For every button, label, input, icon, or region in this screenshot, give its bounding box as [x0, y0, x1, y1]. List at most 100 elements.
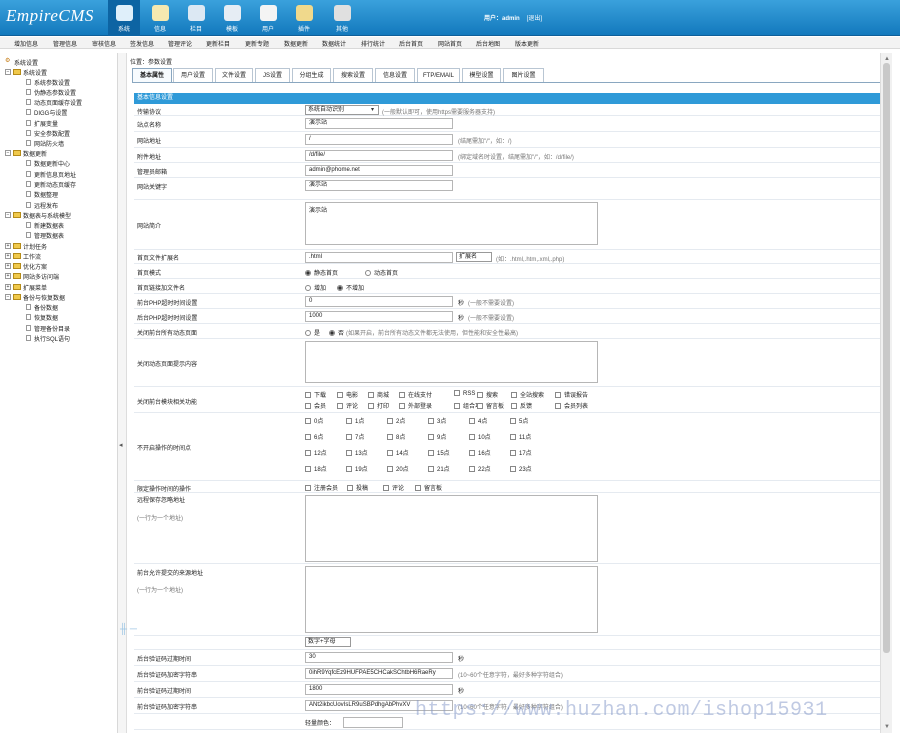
mainnav-tools[interactable]: 插件: [288, 0, 320, 36]
sidebar-group[interactable]: 系统设置: [23, 68, 47, 77]
module-checkbox[interactable]: 全站搜索: [511, 390, 544, 399]
hour-checkbox[interactable]: 7点: [346, 432, 364, 441]
module-checkbox[interactable]: 外部登录: [399, 401, 432, 410]
tab-9[interactable]: 图片设置: [503, 68, 544, 83]
hour-checkbox[interactable]: 16点: [469, 448, 491, 457]
file-url-input[interactable]: /d/file/: [305, 150, 453, 161]
subnav-link[interactable]: 更新专题: [245, 39, 269, 48]
hour-checkbox[interactable]: 17点: [510, 448, 532, 457]
mainnav-user[interactable]: 用户: [252, 0, 284, 36]
module-checkbox[interactable]: 留言板: [477, 401, 504, 410]
vertical-scrollbar[interactable]: ▲ ▼: [880, 53, 892, 733]
tab-6[interactable]: 信息设置: [375, 68, 415, 83]
front-code-expire-input[interactable]: 1800: [305, 684, 453, 695]
scroll-thumb[interactable]: [883, 63, 890, 653]
sidebar-item[interactable]: 数据整理: [34, 190, 58, 199]
sidebar-group[interactable]: 工作流: [23, 252, 41, 261]
hour-checkbox[interactable]: 15点: [428, 448, 450, 457]
hour-checkbox[interactable]: 1点: [346, 416, 364, 425]
scroll-down-icon[interactable]: ▼: [884, 724, 890, 730]
sidebar-item[interactable]: 执行SQL语句: [34, 334, 70, 343]
site-url-input[interactable]: /: [305, 134, 453, 145]
tab-3[interactable]: JS设置: [255, 68, 290, 83]
subnav-link[interactable]: 审核信息: [92, 39, 116, 48]
mainnav-globe[interactable]: 系统: [108, 0, 140, 36]
sidebar-item[interactable]: 备份数据: [34, 303, 58, 312]
back-code-expire-input[interactable]: 30: [305, 652, 453, 663]
tab-1[interactable]: 用户设置: [173, 68, 213, 83]
protocol-select[interactable]: 系统自动识别: [305, 105, 379, 115]
sidebar-item[interactable]: 伪静态参数设置: [34, 88, 76, 97]
limit-op-checkbox[interactable]: 投稿: [347, 483, 368, 492]
expand-toggle-icon[interactable]: −: [5, 294, 11, 300]
back-code-key-input[interactable]: 0ihR9YqfcEz9HUFPAE5CHCakSChtbH6RaeRy: [305, 668, 453, 679]
sidebar-item[interactable]: 远程发布: [34, 201, 58, 210]
sidebar-group[interactable]: 扩展菜单: [23, 283, 47, 292]
keywords-input[interactable]: 演示站: [305, 180, 453, 191]
sidebar-group[interactable]: 备份与恢复数据: [23, 293, 65, 302]
limit-op-checkbox[interactable]: 留言板: [415, 483, 442, 492]
sidebar-item[interactable]: 管理备份目录: [34, 324, 70, 333]
back-timeout-input[interactable]: 1000: [305, 311, 453, 322]
sidebar-item[interactable]: 恢复数据: [34, 313, 58, 322]
sidebar-group[interactable]: 网站多访问端: [23, 272, 59, 281]
module-checkbox[interactable]: 打印: [368, 401, 389, 410]
subnav-link[interactable]: 排行统计: [361, 39, 385, 48]
subnav-link[interactable]: 数据更新: [284, 39, 308, 48]
subnav-link[interactable]: 增加信息: [14, 39, 38, 48]
expand-toggle-icon[interactable]: +: [5, 263, 11, 269]
sidebar-item[interactable]: 管理数据表: [34, 231, 64, 240]
subnav-link[interactable]: 后台地图: [476, 39, 500, 48]
sidebar-item[interactable]: DIGG与设置: [34, 108, 67, 117]
logout-link[interactable]: [退出]: [527, 16, 542, 22]
close-tip-textarea[interactable]: [305, 341, 598, 383]
static-index-radio[interactable]: 静态首页: [305, 268, 338, 277]
hour-checkbox[interactable]: 21点: [428, 464, 450, 473]
dynamic-index-radio[interactable]: 动态首页: [365, 268, 398, 277]
tab-0[interactable]: 基本属性: [132, 68, 172, 83]
module-checkbox[interactable]: 会员列表: [555, 401, 588, 410]
allow-src-textarea[interactable]: [305, 566, 598, 633]
module-checkbox[interactable]: 反馈: [511, 401, 532, 410]
expand-toggle-icon[interactable]: +: [5, 253, 11, 259]
subnav-link[interactable]: 后台首页: [399, 39, 423, 48]
tab-2[interactable]: 文件设置: [215, 68, 253, 83]
add-filename-radio[interactable]: 增加: [305, 283, 326, 292]
subnav-link[interactable]: 管理评论: [168, 39, 192, 48]
module-checkbox[interactable]: 电影: [337, 390, 358, 399]
no-filename-radio[interactable]: 不增加: [337, 283, 364, 292]
expand-toggle-icon[interactable]: +: [5, 273, 11, 279]
mainnav-template[interactable]: 模板: [216, 0, 248, 36]
expand-toggle-icon[interactable]: +: [5, 284, 11, 290]
sidebar-item-root[interactable]: 系统设置: [14, 58, 38, 67]
tab-4[interactable]: 分组生成: [292, 68, 331, 83]
scroll-up-icon[interactable]: ▲: [884, 56, 890, 62]
close-no-radio[interactable]: 否: [329, 328, 344, 337]
sidebar-item[interactable]: 新建数据表: [34, 221, 64, 230]
admin-email-input[interactable]: admin@phome.net: [305, 165, 453, 176]
tab-8[interactable]: 模型设置: [462, 68, 501, 83]
close-yes-radio[interactable]: 是: [305, 328, 320, 337]
index-ext-input[interactable]: .html: [305, 252, 453, 263]
hour-checkbox[interactable]: 10点: [469, 432, 491, 441]
sidebar-group[interactable]: 计划任务: [23, 242, 47, 251]
site-name-input[interactable]: 演示站: [305, 118, 453, 129]
tab-5[interactable]: 搜索设置: [333, 68, 373, 83]
module-checkbox[interactable]: 会员: [305, 401, 326, 410]
collapse-arrow-icon[interactable]: ◂: [119, 441, 123, 449]
sidebar-item[interactable]: 系统参数设置: [34, 78, 70, 87]
limit-op-checkbox[interactable]: 注册会员: [305, 483, 338, 492]
sidebar-item[interactable]: 网站防火墙: [34, 139, 64, 148]
hour-checkbox[interactable]: 22点: [469, 464, 491, 473]
sidebar-group[interactable]: 数据更新: [23, 149, 47, 158]
module-checkbox[interactable]: RSS: [454, 390, 475, 397]
hour-checkbox[interactable]: 11点: [510, 432, 531, 441]
ext-select[interactable]: 扩展名: [456, 252, 492, 262]
sidebar-item[interactable]: 扩展变量: [34, 119, 58, 128]
hour-checkbox[interactable]: 19点: [346, 464, 368, 473]
subnav-link[interactable]: 网站首页: [438, 39, 462, 48]
sidebar-item[interactable]: 更新信息页地址: [34, 170, 76, 179]
sidebar-item[interactable]: 动态页面缓存设置: [34, 98, 82, 107]
expand-toggle-icon[interactable]: −: [5, 212, 11, 218]
sidebar-item[interactable]: 更新动态页缓存: [34, 180, 76, 189]
